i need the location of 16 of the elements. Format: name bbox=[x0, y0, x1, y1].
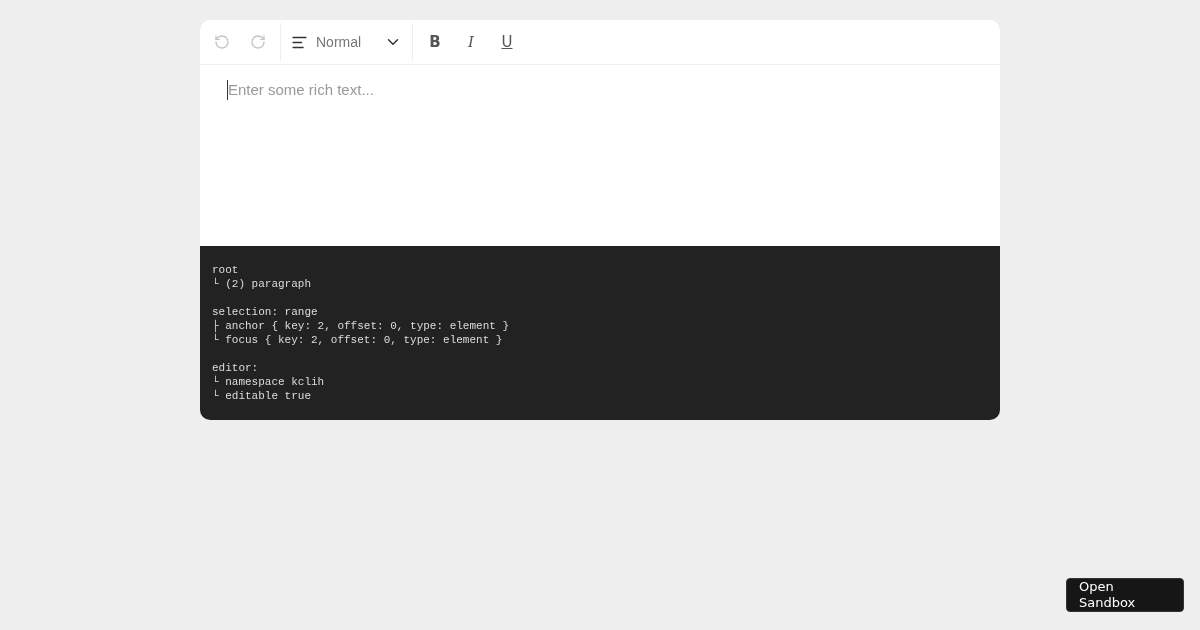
undo-icon bbox=[214, 34, 230, 50]
underline-button[interactable]: U bbox=[489, 24, 525, 60]
tree-view-line: └ namespace kclih bbox=[212, 375, 326, 389]
tree-view-line: root bbox=[212, 263, 240, 277]
editor-placeholder: Enter some rich text... bbox=[227, 80, 973, 100]
tree-view-line: editor: bbox=[212, 361, 260, 375]
tree-view-line: ├ anchor { key: 2, offset: 0, type: element } bbox=[212, 319, 511, 333]
tree-view-line: selection: range bbox=[212, 305, 319, 319]
redo-icon bbox=[250, 34, 266, 50]
tree-view-line: └ editable true bbox=[212, 389, 313, 403]
tree-view-line: └ (2) paragraph bbox=[212, 277, 313, 291]
italic-button[interactable]: I bbox=[453, 24, 489, 60]
open-sandbox-button[interactable]: Open Sandbox bbox=[1066, 578, 1184, 612]
bold-button[interactable]: B bbox=[417, 24, 453, 60]
block-type-dropdown[interactable]: Normal bbox=[285, 24, 408, 60]
tree-view-line: └ focus { key: 2, offset: 0, type: element } bbox=[212, 333, 504, 347]
